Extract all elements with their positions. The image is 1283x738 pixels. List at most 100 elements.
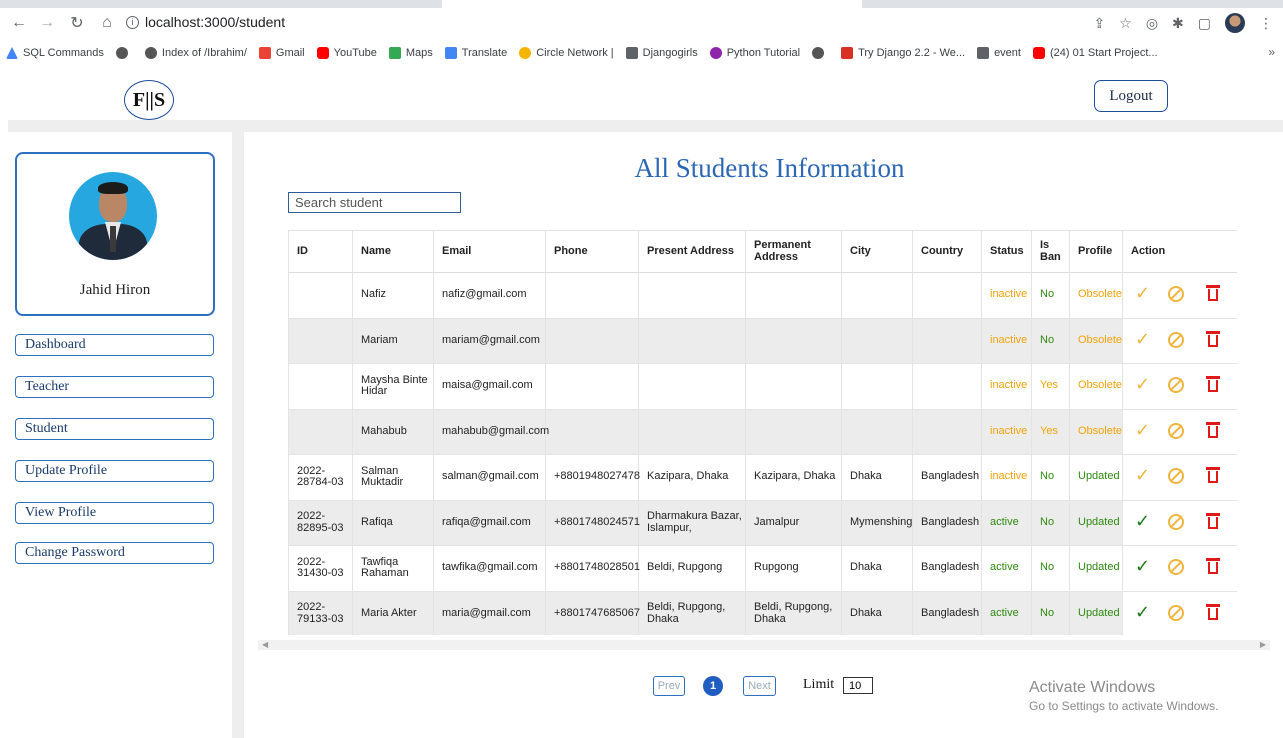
cell-status: active xyxy=(981,545,1032,592)
cell-present-address xyxy=(638,272,746,319)
sidepanel-icon[interactable]: ▢ xyxy=(1198,15,1211,32)
delete-trash-icon[interactable] xyxy=(1206,558,1220,574)
ban-icon[interactable] xyxy=(1168,331,1184,348)
search-input[interactable] xyxy=(288,192,461,213)
approve-check-icon[interactable]: ✓ xyxy=(1135,602,1150,622)
cell-phone: +8801747685067 xyxy=(545,591,640,635)
address-bar[interactable]: i localhost:3000/student xyxy=(120,10,1250,34)
cell-permanent-address: Rupgong xyxy=(745,545,842,592)
bookmark-item[interactable]: Circle Network | xyxy=(519,47,614,59)
prev-button[interactable]: Prev xyxy=(653,676,685,696)
page-1-button[interactable]: 1 xyxy=(703,676,723,696)
cell-email: tawfika@gmail.com xyxy=(433,545,546,592)
cell-profile: Updated xyxy=(1069,500,1123,546)
sidebar-item-view-profile[interactable]: View Profile xyxy=(15,502,214,524)
scroll-right-icon[interactable]: ▶ xyxy=(1260,640,1266,649)
approve-check-icon[interactable]: ✓ xyxy=(1135,511,1150,531)
cell-city: Mymenshing xyxy=(841,500,913,546)
cell-city xyxy=(841,318,913,364)
col-phone: Phone xyxy=(545,230,639,273)
ban-icon[interactable] xyxy=(1168,377,1184,393)
cell-city xyxy=(841,409,913,455)
cell-email: maria@gmail.com xyxy=(433,591,546,635)
bookmark-item[interactable]: (24) 01 Start Project... xyxy=(1032,47,1158,59)
bookmark-item[interactable] xyxy=(812,47,829,59)
bookmark-item[interactable]: Translate xyxy=(444,47,507,59)
activate-windows-watermark: Activate Windows Go to Settings to activ… xyxy=(1029,679,1219,713)
approve-check-icon[interactable]: ✓ xyxy=(1135,329,1150,349)
bookmark-item[interactable]: YouTube xyxy=(316,47,377,59)
ban-icon[interactable] xyxy=(1168,286,1184,302)
sidebar-item-update-profile[interactable]: Update Profile xyxy=(15,460,214,482)
sidebar-item-dashboard[interactable]: Dashboard xyxy=(15,334,214,356)
camera-icon[interactable]: ◎ xyxy=(1146,15,1158,32)
bookmark-star-icon[interactable]: ☆ xyxy=(1119,15,1132,32)
sidebar: Jahid Hiron Dashboard Teacher Student Up… xyxy=(8,132,232,738)
bookmarks-overflow-icon[interactable]: » xyxy=(1268,45,1275,59)
sidebar-item-change-password[interactable]: Change Password xyxy=(15,542,214,564)
cell-is-ban: Yes xyxy=(1031,363,1070,410)
browser-profile-avatar[interactable] xyxy=(1225,13,1245,33)
cell-country xyxy=(912,318,982,364)
bookmark-item[interactable]: Python Tutorial xyxy=(709,47,800,59)
bookmark-item[interactable]: Maps xyxy=(388,47,433,59)
cell-name: Mahabub xyxy=(352,409,434,455)
delete-trash-icon[interactable] xyxy=(1206,512,1220,529)
browser-toolbar: ← → ↻ ⌂ i localhost:3000/student ⇪ ☆ ◎ ✱… xyxy=(0,8,1283,38)
bookmark-item[interactable]: Index of /Ibrahim/ xyxy=(144,47,247,59)
active-tab[interactable] xyxy=(442,0,862,8)
delete-trash-icon[interactable] xyxy=(1206,467,1220,483)
approve-check-icon[interactable]: ✓ xyxy=(1135,466,1150,485)
reload-icon[interactable]: ↻ xyxy=(66,12,88,34)
approve-check-icon[interactable]: ✓ xyxy=(1135,557,1150,576)
approve-check-icon[interactable]: ✓ xyxy=(1135,284,1150,303)
logout-button[interactable]: Logout xyxy=(1094,80,1168,112)
bookmark-item[interactable]: event xyxy=(977,47,1021,59)
scroll-left-icon[interactable]: ◀ xyxy=(262,640,268,649)
sidebar-divider xyxy=(232,132,244,738)
extensions-icon[interactable]: ✱ xyxy=(1172,15,1184,32)
forward-icon[interactable]: → xyxy=(36,12,58,34)
approve-check-icon[interactable]: ✓ xyxy=(1135,375,1150,394)
home-icon[interactable]: ⌂ xyxy=(96,12,118,34)
cell-profile: Updated xyxy=(1069,454,1123,501)
cell-present-address: Kazipara, Dhaka xyxy=(638,454,746,501)
cell-present-address xyxy=(638,363,746,410)
approve-check-icon[interactable]: ✓ xyxy=(1135,420,1150,440)
cell-permanent-address: Kazipara, Dhaka xyxy=(745,454,842,501)
site-info-icon[interactable]: i xyxy=(126,15,139,29)
delete-trash-icon[interactable] xyxy=(1206,330,1220,347)
cell-email: maisa@gmail.com xyxy=(433,363,546,410)
ban-icon[interactable] xyxy=(1168,604,1184,621)
back-icon[interactable]: ← xyxy=(8,12,30,34)
bookmark-item[interactable]: Try Django 2.2 - We... xyxy=(841,47,965,59)
share-icon[interactable]: ⇪ xyxy=(1094,15,1106,32)
sidebar-item-student[interactable]: Student xyxy=(15,418,214,440)
bookmark-item[interactable]: Djangogirls xyxy=(625,47,698,59)
menu-icon[interactable]: ⋮ xyxy=(1259,15,1273,32)
delete-trash-icon[interactable] xyxy=(1206,603,1220,620)
bookmark-item[interactable] xyxy=(115,47,133,59)
ban-icon[interactable] xyxy=(1168,422,1184,439)
horizontal-scrollbar[interactable]: ◀ ▶ xyxy=(258,640,1270,650)
sidebar-item-teacher[interactable]: Teacher xyxy=(15,376,214,398)
cell-profile: Obsolete xyxy=(1069,363,1123,410)
cell-name: Mariam xyxy=(352,318,434,364)
next-button[interactable]: Next xyxy=(743,676,776,696)
col-email: Email xyxy=(433,230,546,273)
limit-input[interactable] xyxy=(843,677,873,694)
bookmark-item[interactable]: SQL Commands xyxy=(6,47,104,59)
cell-action: ✓ xyxy=(1122,500,1237,546)
ban-icon[interactable] xyxy=(1168,468,1184,484)
delete-trash-icon[interactable] xyxy=(1206,421,1220,438)
bookmark-item[interactable]: Gmail xyxy=(258,47,305,59)
ban-icon[interactable] xyxy=(1168,513,1184,530)
ban-icon[interactable] xyxy=(1168,559,1184,575)
delete-trash-icon[interactable] xyxy=(1206,285,1220,301)
bookmarks-bar: SQL Commands Index of /Ibrahim/ Gmail Yo… xyxy=(0,40,1283,66)
col-present-address: Present Address xyxy=(638,230,746,273)
delete-trash-icon[interactable] xyxy=(1206,376,1220,392)
logo[interactable]: F||S xyxy=(124,80,174,120)
cell-name: Rafiqa xyxy=(352,500,434,546)
cell-email: mahabub@gmail.com xyxy=(433,409,549,455)
